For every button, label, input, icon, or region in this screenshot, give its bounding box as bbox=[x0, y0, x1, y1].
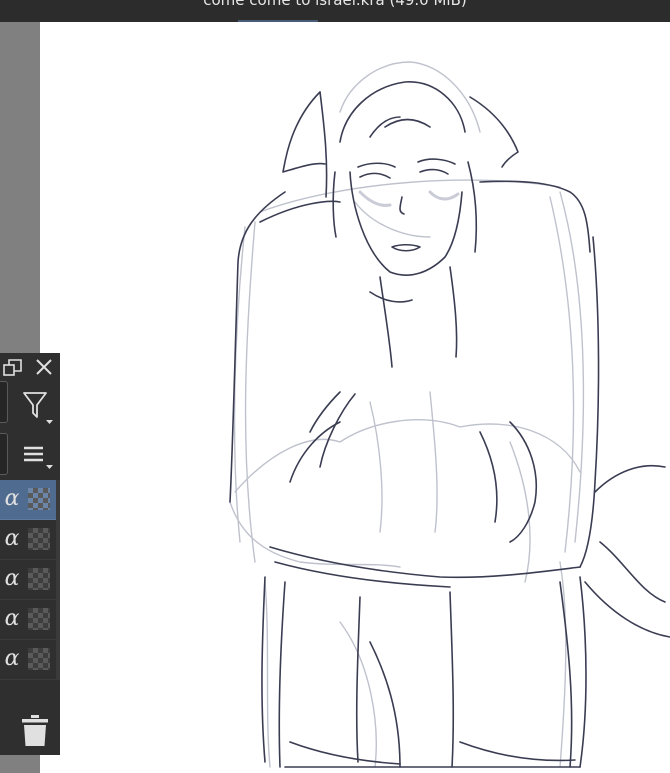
layer-row-3[interactable]: α bbox=[0, 560, 56, 600]
drawing-canvas[interactable] bbox=[40, 22, 670, 773]
docker-scroll-edge[interactable] bbox=[56, 480, 60, 680]
alpha-lock-icon[interactable]: α bbox=[1, 606, 23, 632]
layer-thumbnail bbox=[28, 488, 50, 510]
layer-search-field[interactable] bbox=[0, 381, 8, 423]
float-window-icon[interactable] bbox=[3, 357, 23, 377]
layer-thumbnail bbox=[28, 568, 50, 590]
layer-thumbnail bbox=[28, 528, 50, 550]
layer-thumbnail bbox=[28, 608, 50, 630]
close-icon[interactable] bbox=[35, 358, 53, 376]
layer-row-4[interactable]: α bbox=[0, 600, 56, 640]
alpha-lock-icon[interactable]: α bbox=[1, 486, 23, 512]
layer-thumbnail bbox=[28, 648, 50, 670]
layer-row-2[interactable]: α bbox=[0, 520, 56, 560]
alpha-lock-icon[interactable]: α bbox=[1, 526, 23, 552]
layer-row-5[interactable]: α bbox=[0, 640, 56, 680]
layer-row-1[interactable]: α bbox=[0, 480, 56, 520]
docker-header bbox=[0, 353, 60, 381]
window-title: come come to israel.kra (49.0 MiB) bbox=[203, 0, 467, 9]
alpha-lock-icon[interactable]: α bbox=[1, 646, 23, 672]
sketch-drawing bbox=[229, 61, 670, 768]
trash-icon[interactable] bbox=[21, 714, 49, 748]
blending-mode-field[interactable] bbox=[0, 433, 8, 475]
hamburger-menu-icon[interactable] bbox=[22, 442, 56, 476]
title-bar: come come to israel.kra (49.0 MiB) bbox=[0, 0, 670, 22]
filter-icon[interactable] bbox=[22, 389, 54, 425]
layers-docker: α α α α α bbox=[0, 353, 60, 755]
alpha-lock-icon[interactable]: α bbox=[1, 566, 23, 592]
